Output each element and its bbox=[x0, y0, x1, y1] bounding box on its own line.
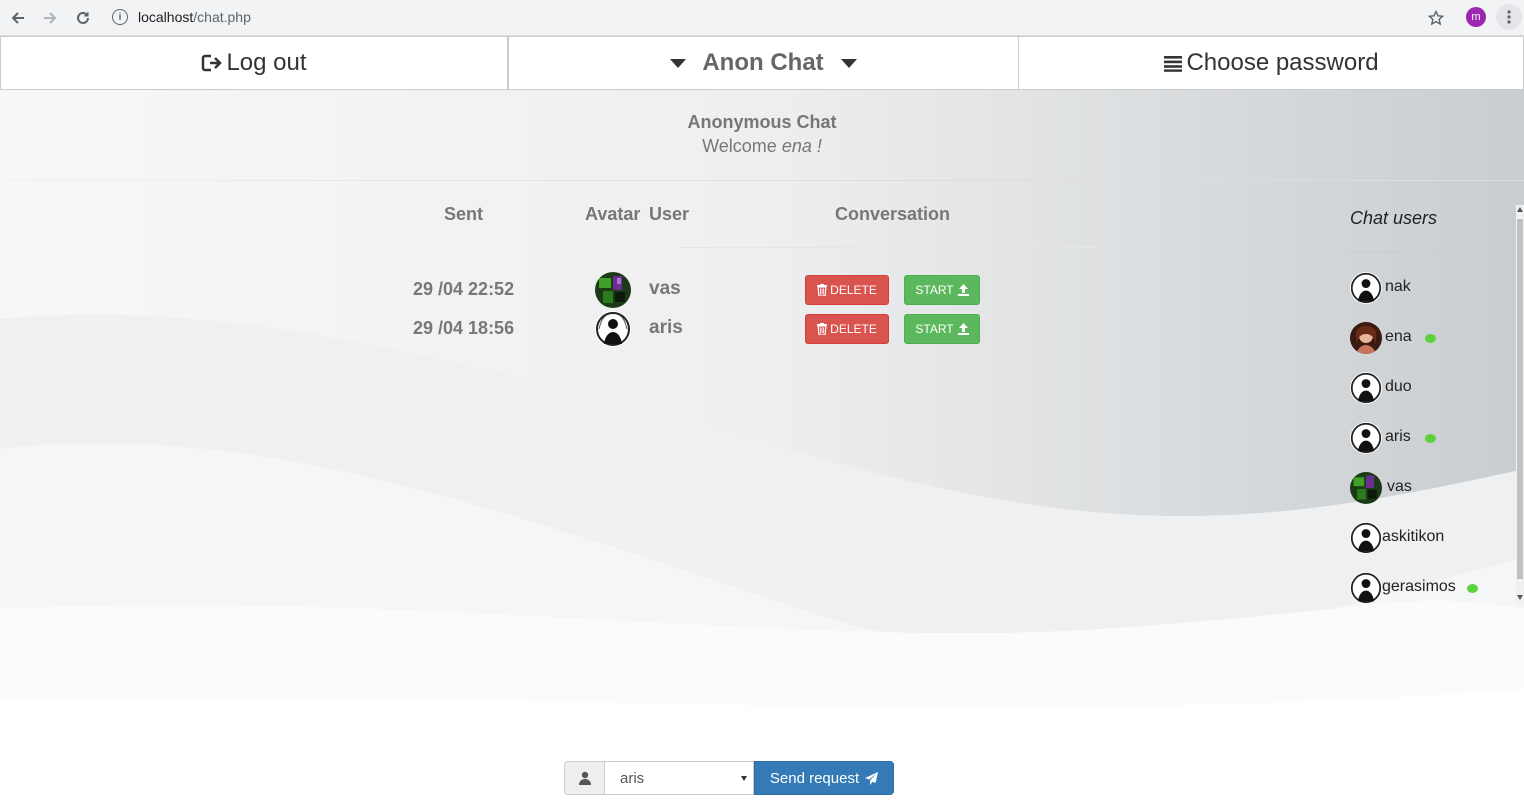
sidebar-user-duo[interactable]: duo bbox=[1350, 372, 1510, 406]
trash-icon bbox=[817, 323, 828, 335]
user-name: ena bbox=[1385, 328, 1412, 345]
logout-icon bbox=[201, 53, 223, 73]
welcome-prefix: Welcome bbox=[702, 136, 777, 156]
user-avatar bbox=[1350, 322, 1382, 354]
page-title: Anonymous Chat bbox=[687, 112, 837, 132]
sidebar-user-askitikon[interactable]: askitikon bbox=[1350, 522, 1510, 556]
scroll-up-arrow-icon[interactable] bbox=[1517, 207, 1523, 212]
user-select[interactable]: aris bbox=[604, 761, 754, 795]
user-name: nak bbox=[1385, 278, 1411, 295]
table-row: 29 /04 22:52 vas DELETE START bbox=[0, 272, 1100, 313]
start-button[interactable]: START bbox=[904, 314, 980, 344]
delete-button[interactable]: DELETE bbox=[805, 275, 889, 305]
reload-icon[interactable] bbox=[71, 6, 95, 30]
scroll-thumb[interactable] bbox=[1517, 219, 1523, 579]
forward-arrow-icon[interactable] bbox=[38, 6, 62, 30]
back-arrow-icon[interactable] bbox=[6, 6, 30, 30]
start-button[interactable]: START bbox=[904, 275, 980, 305]
info-icon[interactable]: i bbox=[112, 9, 128, 25]
browser-menu-icon[interactable] bbox=[1496, 4, 1522, 30]
upload-icon bbox=[957, 323, 969, 335]
delete-label: DELETE bbox=[830, 322, 877, 336]
list-icon bbox=[1163, 54, 1183, 72]
sent-time: 29 /04 18:56 bbox=[413, 318, 515, 338]
profile-avatar[interactable]: m bbox=[1466, 7, 1486, 27]
browser-toolbar: i localhost/chat.php m bbox=[0, 0, 1524, 36]
send-request-label: Send request bbox=[769, 769, 860, 787]
sidebar-user-gerasimos[interactable]: gerasimos bbox=[1350, 572, 1510, 606]
choose-password-button[interactable]: Choose password bbox=[1018, 36, 1524, 90]
user-avatar bbox=[595, 272, 631, 308]
sidebar-scrollbar[interactable] bbox=[1516, 205, 1524, 605]
user-name: askitikon bbox=[1382, 528, 1445, 545]
delete-label: DELETE bbox=[830, 283, 877, 297]
user-avatar bbox=[1350, 472, 1382, 504]
user-name: gerasimos bbox=[1382, 578, 1456, 595]
sidebar-user-vas[interactable]: vas bbox=[1350, 472, 1510, 506]
logout-label: Log out bbox=[226, 49, 307, 76]
url-host: localhost bbox=[138, 9, 194, 25]
chat-users-sidebar: Chat users nak ena duo aris vas askitiko… bbox=[1340, 205, 1524, 605]
online-indicator bbox=[1425, 334, 1436, 343]
sidebar-user-ena[interactable]: ena bbox=[1350, 322, 1510, 356]
paper-plane-icon bbox=[865, 771, 879, 785]
table-row: 29 /04 18:56 aris DELETE START bbox=[0, 311, 1100, 352]
column-header-sent: Sent bbox=[444, 204, 484, 224]
online-indicator bbox=[1467, 584, 1478, 593]
online-indicator bbox=[1425, 434, 1436, 443]
username: aris bbox=[649, 317, 683, 338]
column-header-conversation: Conversation bbox=[835, 204, 951, 224]
logout-button[interactable]: Log out bbox=[0, 36, 508, 90]
url-path: /chat.php bbox=[193, 9, 251, 25]
sidebar-title: Chat users bbox=[1350, 208, 1438, 228]
sidebar-user-nak[interactable]: nak bbox=[1350, 272, 1510, 306]
brand-dropdown-button[interactable]: Anon Chat bbox=[508, 36, 1019, 90]
column-header-user: User bbox=[649, 204, 690, 224]
caret-down-icon bbox=[670, 58, 687, 68]
user-avatar bbox=[1350, 272, 1382, 304]
start-label: START bbox=[915, 283, 954, 297]
user-name: duo bbox=[1385, 378, 1412, 395]
username: vas bbox=[649, 278, 681, 299]
user-avatar bbox=[1350, 572, 1382, 604]
bookmark-star-icon[interactable] bbox=[1424, 6, 1448, 30]
sidebar-user-aris[interactable]: aris bbox=[1350, 422, 1510, 456]
selected-user: aris bbox=[620, 769, 645, 787]
header-divider bbox=[680, 247, 1100, 248]
caret-down-icon bbox=[840, 58, 857, 68]
start-label: START bbox=[915, 322, 954, 336]
delete-button[interactable]: DELETE bbox=[805, 314, 889, 344]
user-avatar bbox=[595, 311, 631, 347]
welcome-username: ena ! bbox=[781, 136, 822, 156]
page-background bbox=[0, 89, 1524, 802]
user-name: vas bbox=[1387, 478, 1412, 495]
user-avatar bbox=[1350, 372, 1382, 404]
sent-time: 29 /04 22:52 bbox=[413, 279, 515, 299]
trash-icon bbox=[817, 284, 828, 296]
dropdown-arrow-icon bbox=[741, 776, 747, 781]
address-bar[interactable]: i localhost/chat.php bbox=[112, 6, 251, 28]
user-avatar bbox=[1350, 522, 1382, 554]
welcome-message: Welcome ena ! bbox=[0, 136, 1524, 157]
column-header-avatar: Avatar bbox=[585, 204, 641, 224]
user-avatar bbox=[1350, 422, 1382, 454]
brand-label: Anon Chat bbox=[702, 49, 824, 76]
choose-password-label: Choose password bbox=[1186, 49, 1379, 76]
scroll-down-arrow-icon[interactable] bbox=[1517, 595, 1523, 600]
divider bbox=[0, 180, 1524, 181]
user-name: aris bbox=[1385, 428, 1411, 445]
user-addon bbox=[564, 761, 605, 795]
user-icon bbox=[578, 771, 591, 785]
sidebar-divider bbox=[1350, 251, 1516, 252]
send-request-button[interactable]: Send request bbox=[754, 761, 894, 795]
upload-icon bbox=[957, 284, 969, 296]
